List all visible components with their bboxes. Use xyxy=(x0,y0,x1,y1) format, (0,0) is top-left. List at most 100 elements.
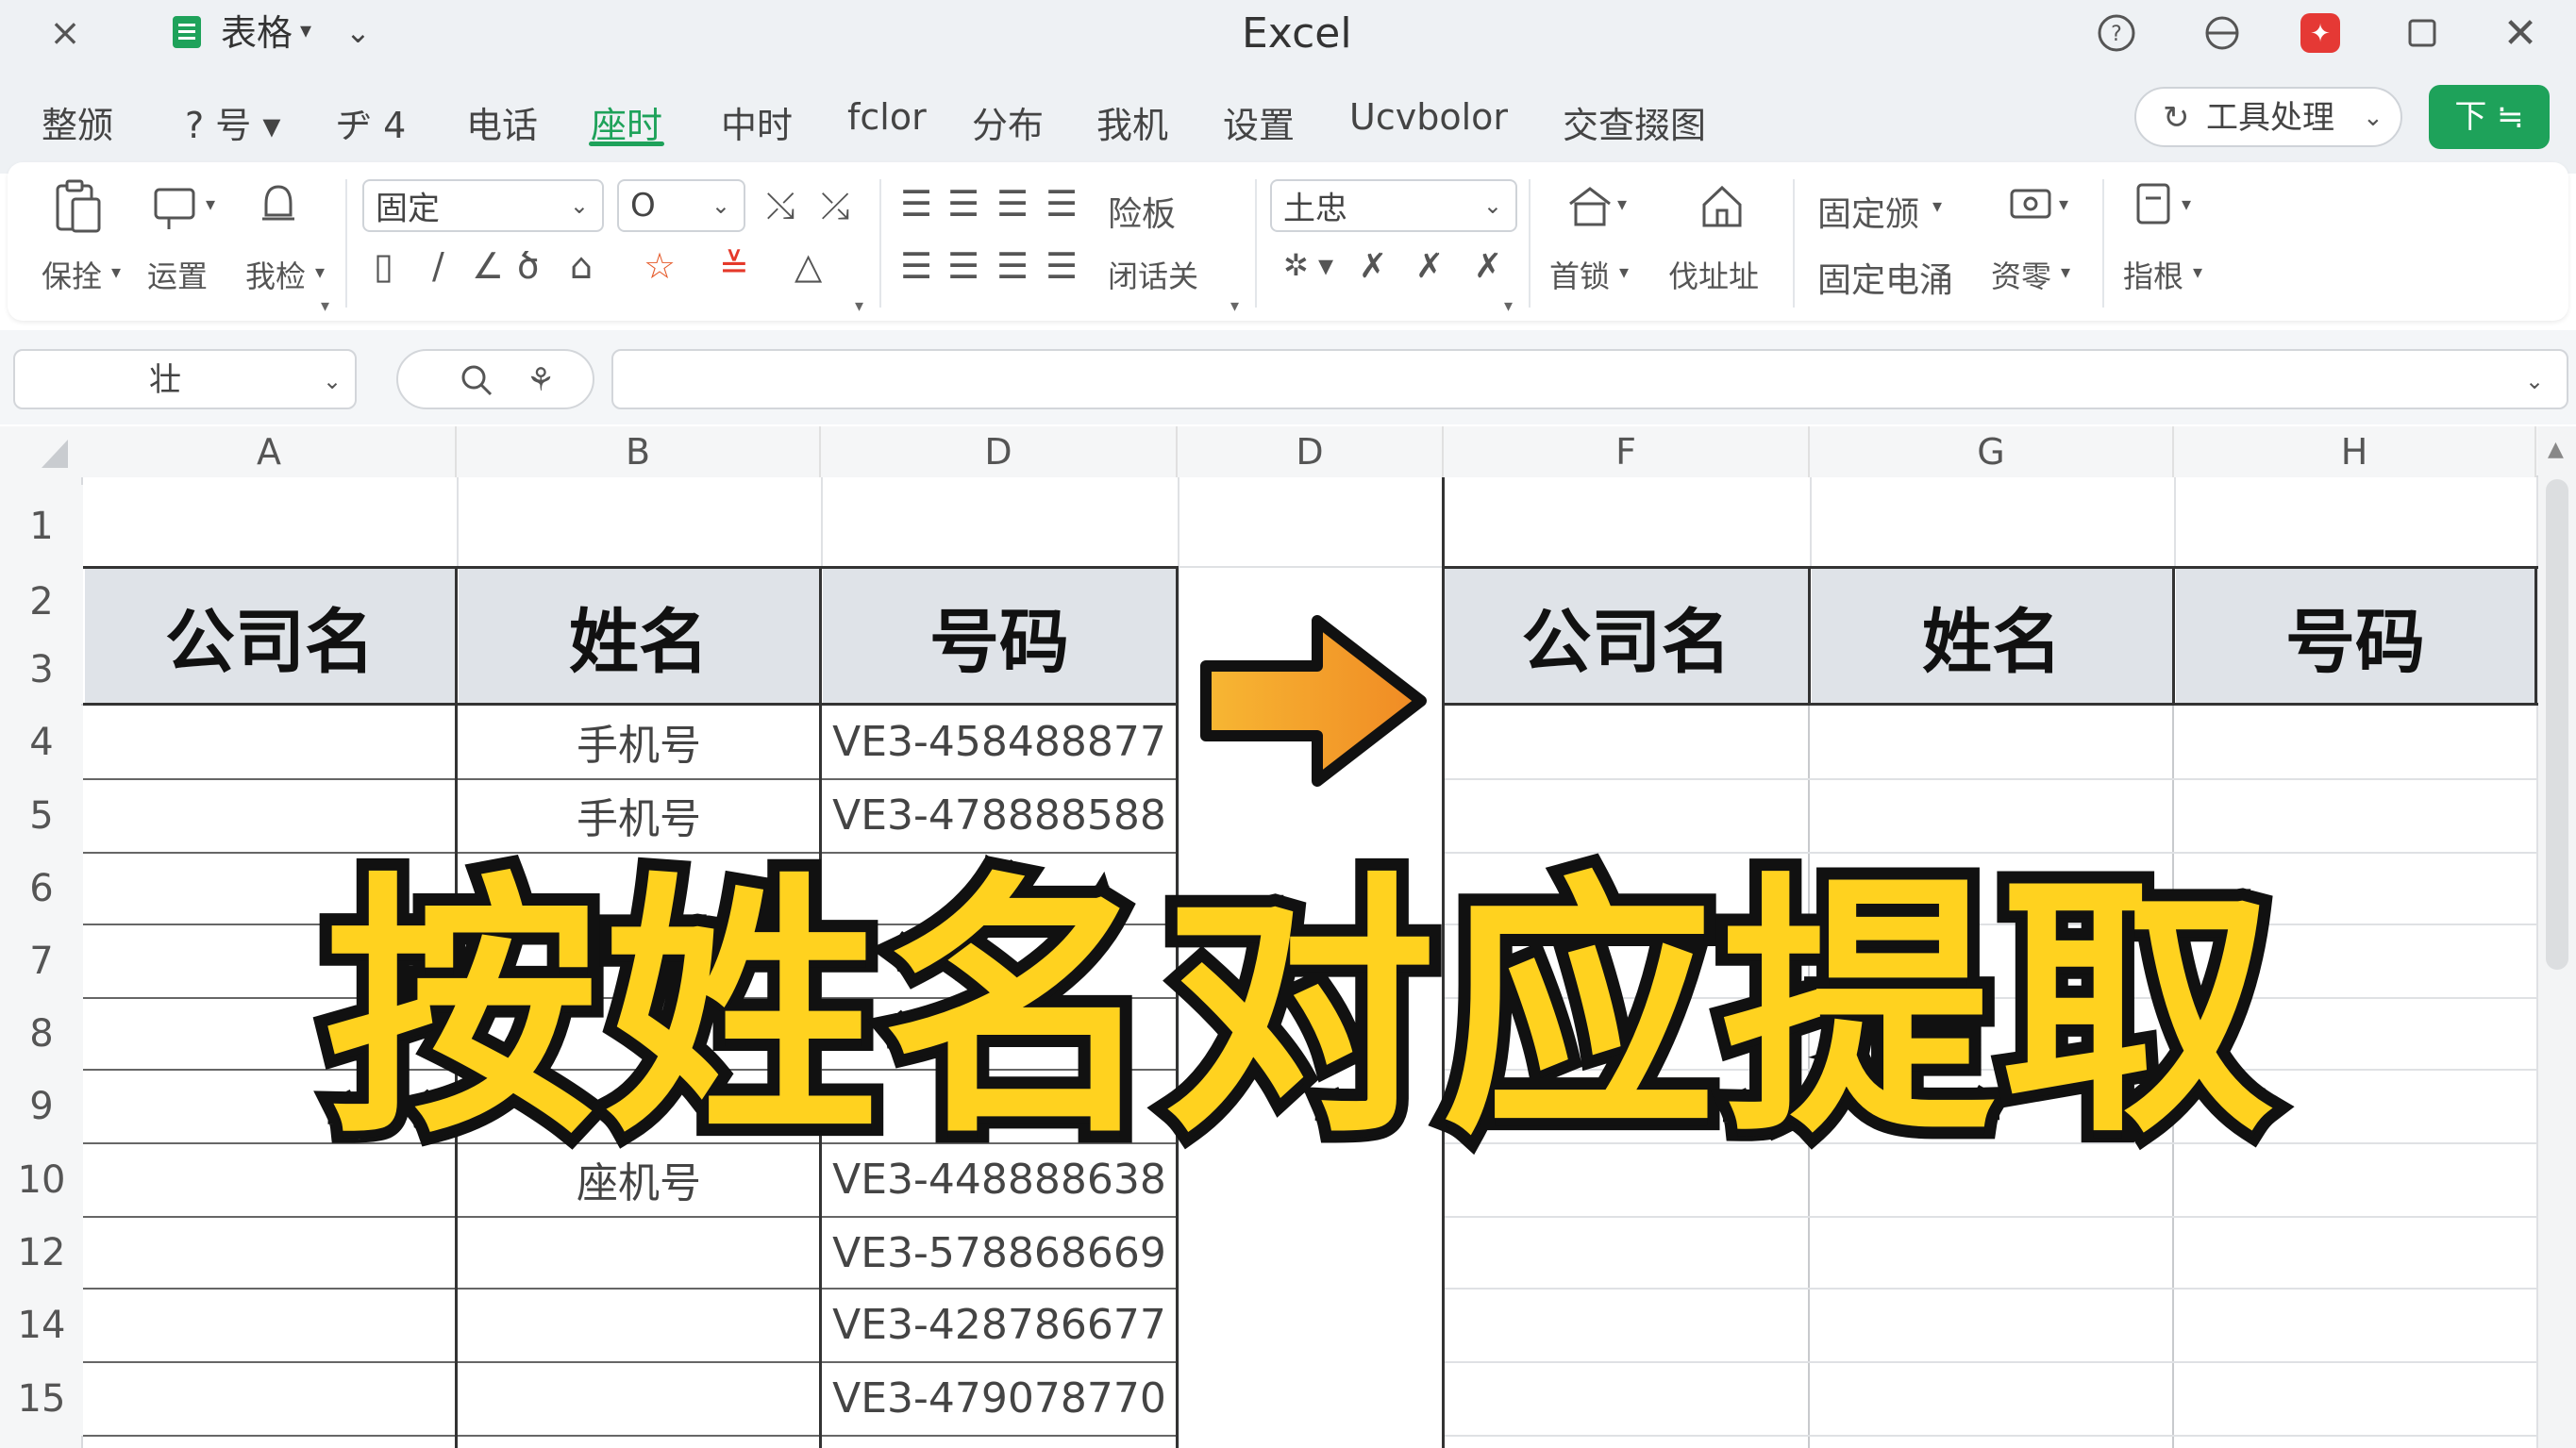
column-header-d[interactable]: D xyxy=(1178,426,1444,477)
vertical-scrollbar[interactable]: ▲ xyxy=(2538,426,2576,1448)
align-right-icon[interactable]: ☰ xyxy=(996,245,1029,287)
hint-label[interactable]: 指根 xyxy=(2123,253,2183,296)
paste-icon[interactable] xyxy=(43,175,109,238)
tab-active-time[interactable]: 座时 xyxy=(591,96,662,148)
tab-machine[interactable]: 我机 xyxy=(1096,96,1168,148)
app-badge-icon[interactable]: ✦ xyxy=(2297,9,2344,57)
group-expand-icon[interactable]: ▾ xyxy=(1230,298,1239,315)
align-top-icon[interactable]: ☰ xyxy=(900,183,932,225)
house-icon[interactable] xyxy=(1689,175,1755,238)
align-center-icon[interactable]: ☰ xyxy=(947,245,979,287)
column-header-f[interactable]: F xyxy=(1444,426,1810,477)
chevron-down-icon[interactable]: ▾ xyxy=(206,194,215,213)
clip-label[interactable]: 我检 xyxy=(245,253,306,296)
font-name-select[interactable]: 固定 ⌄ xyxy=(362,179,604,232)
tab-phone[interactable]: 电话 xyxy=(466,96,538,148)
tab-cross-chart[interactable]: 交查掇图 xyxy=(1563,96,1706,148)
underline-icon[interactable]: ∠ xyxy=(472,245,504,287)
paste-label[interactable]: 保拴 xyxy=(42,253,102,296)
left-header-name[interactable]: 姓名 xyxy=(459,569,819,703)
tab-font[interactable]: ? 号 ▾ xyxy=(185,96,280,148)
tab-distribution[interactable]: 分布 xyxy=(972,96,1044,148)
wrap-text-label[interactable]: 险板 xyxy=(1108,187,1176,236)
number-format-select[interactable]: 土忠 ⌄ xyxy=(1270,179,1517,232)
bold-icon[interactable]: ▯ xyxy=(374,245,393,287)
home-style-label[interactable]: 首锁 xyxy=(1549,253,1610,296)
maximize-icon[interactable] xyxy=(2399,9,2446,57)
font-size-select[interactable]: O ⌄ xyxy=(617,179,745,232)
table-cell-number[interactable]: VE3-458488877 xyxy=(823,706,1176,777)
table-cell-name[interactable]: 手机号 xyxy=(459,706,819,777)
row-header-3[interactable]: 3 xyxy=(0,636,83,704)
hint-icon[interactable] xyxy=(2123,175,2185,232)
column-header-a[interactable]: A xyxy=(83,426,457,477)
clear-format-icon[interactable]: △ xyxy=(795,245,822,287)
home-style-icon[interactable] xyxy=(1557,175,1623,238)
tools-dropdown[interactable]: ↻ 工具处理 ⌄ xyxy=(2134,87,2402,147)
fill-color-icon[interactable]: ☆ xyxy=(644,245,676,287)
row-header-7[interactable]: 7 xyxy=(0,924,83,998)
fixed-label[interactable]: 固定颁 xyxy=(1817,187,1919,236)
formula-input[interactable]: ⌄ xyxy=(611,349,2568,409)
help-icon[interactable]: ? xyxy=(2093,9,2140,57)
font-color-icon[interactable]: ≚ xyxy=(719,245,749,287)
italic-icon[interactable]: / xyxy=(432,245,444,287)
chevron-down-icon[interactable]: ▾ xyxy=(1617,194,1627,213)
chevron-down-icon[interactable]: ▾ xyxy=(1932,196,1942,215)
right-header-name[interactable]: 姓名 xyxy=(1812,569,2172,703)
comma-style-icon[interactable]: ✗ xyxy=(1359,247,1387,286)
group-expand-icon[interactable]: ▾ xyxy=(855,298,863,315)
cash-label[interactable]: 资零 xyxy=(1991,253,2051,296)
download-button[interactable]: 下 ≒ xyxy=(2429,85,2550,149)
group-expand-icon[interactable]: ▾ xyxy=(321,298,329,315)
strikethrough-icon[interactable]: ծ xyxy=(517,245,540,287)
tab-insert[interactable]: ヂ 4 xyxy=(336,96,406,148)
align-middle-icon[interactable]: ☰ xyxy=(947,183,979,225)
decrease-font-icon[interactable]: ⤰ xyxy=(821,185,849,227)
close-icon[interactable]: ✕ xyxy=(2497,9,2544,58)
tab-home[interactable]: 整颁 xyxy=(42,96,113,148)
distributed-icon[interactable]: ☰ xyxy=(1045,245,1078,287)
increase-font-icon[interactable]: ⤯ xyxy=(766,185,795,227)
address-label[interactable]: 伐址址 xyxy=(1668,253,1759,296)
chevron-down-icon[interactable]: ▾ xyxy=(2182,194,2191,213)
chevron-down-icon[interactable]: ▾ xyxy=(2193,262,2202,281)
group-expand-icon[interactable]: ▾ xyxy=(1504,298,1513,315)
format-painter-icon[interactable] xyxy=(143,175,209,238)
document-name[interactable]: 表格 xyxy=(221,15,293,51)
align-bottom-icon[interactable]: ☰ xyxy=(996,183,1029,225)
row-header-12[interactable]: 12 xyxy=(0,1217,83,1289)
table-cell-number[interactable]: VE3-578868669 xyxy=(823,1217,1176,1289)
border-icon[interactable]: ⌂ xyxy=(570,245,593,287)
column-header-c[interactable]: D xyxy=(821,426,1178,477)
chevron-down-icon[interactable]: ▾ xyxy=(2059,194,2068,213)
percent-icon[interactable]: ✲ ▾ xyxy=(1283,247,1333,283)
row-header-8[interactable]: 8 xyxy=(0,998,83,1070)
cash-icon[interactable] xyxy=(2002,175,2065,232)
scroll-up-arrow-icon[interactable]: ▲ xyxy=(2548,440,2564,460)
increase-decimal-icon[interactable]: ✗ xyxy=(1415,247,1444,286)
column-header-g[interactable]: G xyxy=(1810,426,2174,477)
row-header-5[interactable]: 5 xyxy=(0,779,83,853)
row-header-9[interactable]: 9 xyxy=(0,1070,83,1143)
right-header-company[interactable]: 公司名 xyxy=(1445,569,1808,703)
select-all-corner[interactable] xyxy=(0,426,83,477)
bell-icon[interactable] xyxy=(245,175,311,238)
scrollbar-thumb[interactable] xyxy=(2546,479,2568,970)
tab-midtime[interactable]: 中时 xyxy=(721,96,793,148)
chevron-down-icon[interactable]: ⌄ xyxy=(345,17,371,47)
row-header-15[interactable]: 15 xyxy=(0,1362,83,1436)
chevron-down-icon[interactable]: ▾ xyxy=(1619,262,1629,281)
fixed-phone-label[interactable]: 固定电涌 xyxy=(1817,253,1953,302)
row-header-2[interactable]: 2 xyxy=(0,568,83,636)
merge-label[interactable]: 闭话关 xyxy=(1108,253,1198,296)
tab-color[interactable]: fclor xyxy=(847,96,927,138)
left-header-company[interactable]: 公司名 xyxy=(85,569,455,703)
tab-settings[interactable]: 设置 xyxy=(1223,96,1295,148)
align-justify-icon[interactable]: ☰ xyxy=(1045,183,1078,225)
search-icon[interactable] xyxy=(455,358,498,402)
function-icon[interactable]: ⚘ xyxy=(519,358,562,402)
row-header-4[interactable]: 4 xyxy=(0,706,83,779)
row-header-6[interactable]: 6 xyxy=(0,853,83,924)
menu-x-icon[interactable]: ⨯ xyxy=(42,9,89,57)
